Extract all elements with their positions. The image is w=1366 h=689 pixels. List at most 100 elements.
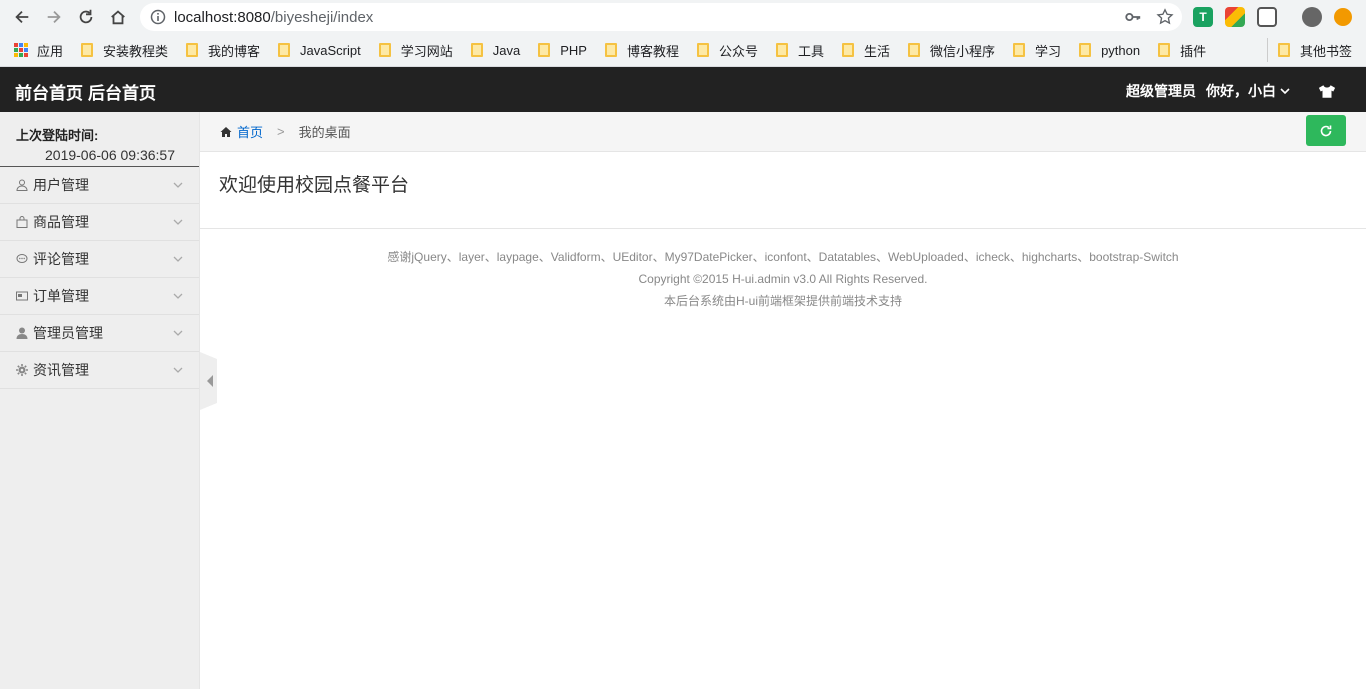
sidebar-item-orders[interactable]: 订单管理 bbox=[0, 278, 199, 315]
backend-home-link[interactable]: 后台首页 bbox=[88, 79, 156, 104]
sidebar-item-comments[interactable]: 评论管理 bbox=[0, 241, 199, 278]
bookmark-label: 生活 bbox=[864, 43, 891, 59]
sidebar-item-label: 评论管理 bbox=[33, 251, 89, 267]
gear-icon bbox=[16, 364, 28, 376]
bookmark-other[interactable]: 其他书签 bbox=[1266, 38, 1360, 62]
bookmark-folder[interactable]: PHP bbox=[528, 38, 595, 62]
bookmark-label: 应用 bbox=[37, 43, 64, 59]
extension-color-icon[interactable] bbox=[1225, 7, 1245, 27]
role-label: 超级管理员 bbox=[1126, 83, 1196, 99]
bookmark-label: 安装教程类 bbox=[103, 43, 169, 59]
bookmark-folder[interactable]: 安装教程类 bbox=[71, 38, 176, 62]
extension-t-icon[interactable]: T bbox=[1193, 7, 1213, 27]
profile-avatar[interactable] bbox=[1302, 7, 1322, 27]
url-host: localhost:8080 bbox=[174, 8, 271, 26]
folder-icon bbox=[1277, 43, 1290, 57]
bookmark-folder[interactable]: JavaScript bbox=[268, 38, 369, 62]
last-login-label: 上次登陆时间: bbox=[16, 128, 99, 143]
extension-glasses-icon[interactable] bbox=[1257, 7, 1277, 27]
chevron-down-icon bbox=[173, 293, 183, 299]
sidebar-item-label: 商品管理 bbox=[33, 214, 89, 230]
bookmarks-bar: 应用 安装教程类 我的博客 JavaScript 学习网站 Java PHP 博… bbox=[0, 34, 1366, 67]
back-button[interactable] bbox=[6, 1, 38, 33]
forward-button[interactable] bbox=[38, 1, 70, 33]
folder-icon bbox=[1158, 43, 1171, 57]
folder-icon bbox=[278, 43, 291, 57]
sidebar-item-label: 订单管理 bbox=[33, 288, 89, 304]
sidebar-item-users[interactable]: 用户管理 bbox=[0, 167, 199, 204]
bookmark-folder[interactable]: 公众号 bbox=[687, 38, 766, 62]
folder-icon bbox=[696, 43, 709, 57]
bookmark-folder[interactable]: 工具 bbox=[766, 38, 832, 62]
sidebar-collapse-toggle[interactable] bbox=[200, 352, 217, 410]
folder-icon bbox=[470, 43, 483, 57]
comment-icon bbox=[16, 254, 28, 263]
footer: 感谢jQuery、layer、laypage、Validform、UEditor… bbox=[200, 246, 1366, 312]
folder-icon bbox=[1013, 43, 1026, 57]
chevron-down-icon bbox=[173, 219, 183, 225]
chevron-down-icon bbox=[173, 367, 183, 373]
bookmark-folder[interactable]: 插件 bbox=[1148, 38, 1214, 62]
folder-icon bbox=[81, 43, 94, 57]
bookmark-label: python bbox=[1101, 42, 1141, 58]
bag-icon bbox=[16, 216, 28, 228]
sidebar-item-news[interactable]: 资讯管理 bbox=[0, 352, 199, 389]
chevron-down-icon[interactable] bbox=[1280, 86, 1290, 96]
folder-icon bbox=[538, 43, 551, 57]
info-icon[interactable] bbox=[150, 9, 166, 25]
admin-icon bbox=[16, 327, 28, 339]
chevron-down-icon bbox=[173, 182, 183, 188]
folder-icon bbox=[378, 43, 391, 57]
bookmark-apps[interactable]: 应用 bbox=[0, 38, 71, 62]
refresh-button[interactable] bbox=[1306, 115, 1346, 146]
bookmark-label: JavaScript bbox=[300, 42, 361, 58]
folder-icon bbox=[908, 43, 921, 57]
footer-copyright: Copyright ©2015 H-ui.admin v3.0 All Righ… bbox=[638, 272, 928, 286]
frontend-home-link[interactable]: 前台首页 bbox=[15, 79, 83, 104]
folder-icon bbox=[842, 43, 855, 57]
sidebar-item-label: 资讯管理 bbox=[33, 362, 89, 378]
folder-icon bbox=[1079, 43, 1092, 57]
order-icon bbox=[16, 291, 28, 301]
triangle-left-icon bbox=[206, 375, 213, 387]
home-icon bbox=[111, 10, 125, 25]
refresh-icon bbox=[1320, 125, 1332, 136]
bookmark-folder[interactable]: 学习网站 bbox=[369, 38, 461, 62]
folder-icon bbox=[186, 43, 199, 57]
bookmark-label: 插件 bbox=[1180, 43, 1207, 59]
breadcrumb-current: 我的桌面 bbox=[298, 125, 351, 140]
url-text: localhost:8080/biyesheji/index bbox=[174, 9, 373, 26]
bookmark-folder[interactable]: 生活 bbox=[832, 38, 898, 62]
sidebar-item-admins[interactable]: 管理员管理 bbox=[0, 315, 199, 352]
reload-button[interactable] bbox=[70, 1, 102, 33]
bookmark-folder[interactable]: python bbox=[1069, 38, 1148, 62]
browser-toolbar: localhost:8080/biyesheji/index T bbox=[0, 0, 1366, 34]
breadcrumb-home-link[interactable]: 首页 bbox=[237, 122, 263, 141]
bookmark-label: 学习 bbox=[1035, 43, 1062, 59]
bookmark-folder[interactable]: 学习 bbox=[1003, 38, 1069, 62]
address-bar[interactable]: localhost:8080/biyesheji/index bbox=[140, 3, 1182, 31]
bookmark-folder[interactable]: 微信小程序 bbox=[898, 38, 1003, 62]
last-login-time: 2019-06-06 09:36:57 bbox=[45, 147, 175, 163]
update-alert-icon[interactable] bbox=[1334, 8, 1352, 26]
bookmark-folder[interactable]: 博客教程 bbox=[595, 38, 687, 62]
sidebar: 上次登陆时间: 2019-06-06 09:36:57 用户管理 商品管理 评论… bbox=[0, 112, 200, 689]
tshirt-icon[interactable] bbox=[1318, 84, 1336, 99]
star-icon[interactable] bbox=[1156, 8, 1174, 26]
last-login-box: 上次登陆时间: 2019-06-06 09:36:57 bbox=[0, 112, 199, 167]
breadcrumb: 首页 > 我的桌面 bbox=[200, 112, 1366, 152]
footer-credits: 感谢jQuery、layer、laypage、Validform、UEditor… bbox=[387, 250, 1179, 264]
other-bookmarks-label: 其他书签 bbox=[1299, 43, 1352, 59]
bookmark-label: 公众号 bbox=[718, 43, 758, 59]
home-button[interactable] bbox=[102, 1, 134, 33]
folder-icon bbox=[776, 43, 788, 57]
arrow-right-icon bbox=[47, 10, 61, 24]
key-icon[interactable] bbox=[1124, 8, 1142, 26]
bookmark-label: 我的博客 bbox=[208, 43, 261, 59]
chevron-down-icon bbox=[173, 256, 183, 262]
reload-icon bbox=[79, 9, 93, 24]
bookmark-folder[interactable]: 我的博客 bbox=[176, 38, 268, 62]
bookmark-folder[interactable]: Java bbox=[461, 38, 528, 62]
user-menu[interactable]: 超级管理员 你好，小白 bbox=[1126, 81, 1336, 101]
sidebar-item-products[interactable]: 商品管理 bbox=[0, 204, 199, 241]
